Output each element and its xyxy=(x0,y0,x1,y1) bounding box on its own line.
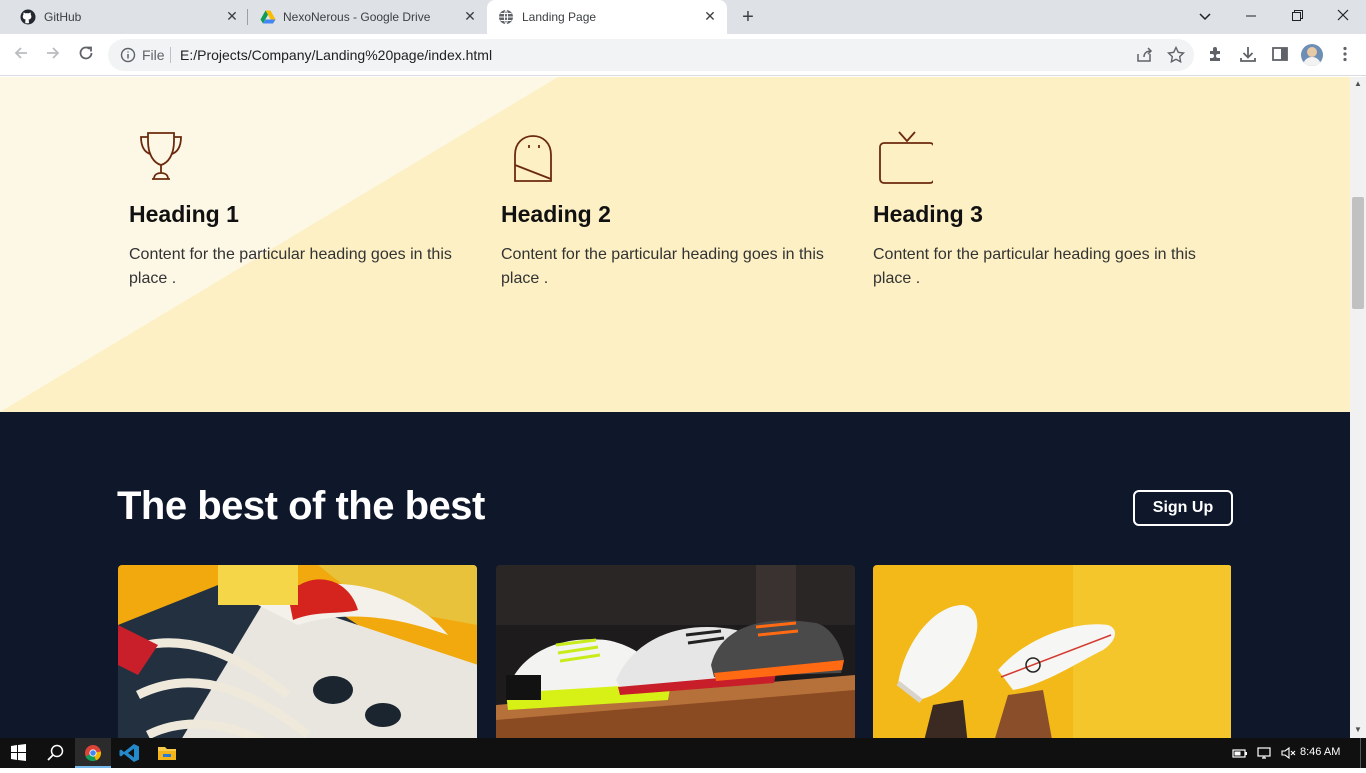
reload-icon xyxy=(79,46,93,60)
page-scrollbar[interactable]: ▲ ▼ xyxy=(1350,77,1366,738)
close-window-button[interactable] xyxy=(1320,0,1366,34)
taskbar-clock[interactable]: 8:46 AM xyxy=(1300,746,1340,758)
download-icon[interactable] xyxy=(1238,44,1258,64)
battery-icon[interactable] xyxy=(1232,746,1248,760)
star-icon[interactable] xyxy=(1166,45,1186,65)
forward-button[interactable] xyxy=(40,42,66,68)
search-icon xyxy=(47,744,64,761)
start-button[interactable] xyxy=(0,738,36,768)
product-card[interactable] xyxy=(496,565,855,738)
feature-text: Content for the particular heading goes … xyxy=(501,246,824,287)
more-vert-icon[interactable] xyxy=(1335,44,1355,64)
close-icon[interactable]: ✕ xyxy=(462,8,478,24)
search-button[interactable] xyxy=(37,738,73,768)
chrome-taskbar-button[interactable] xyxy=(75,738,111,768)
vscode-icon xyxy=(119,744,139,762)
browser-toolbar: File E:/Projects/Company/Landing%20page/… xyxy=(0,34,1366,76)
product-card[interactable] xyxy=(873,565,1232,738)
tab-title: Landing Page xyxy=(522,10,597,24)
profile-avatar[interactable] xyxy=(1301,44,1323,66)
github-icon xyxy=(20,9,36,25)
feature-heading: Heading 1 xyxy=(129,201,239,227)
show-desktop-button[interactable] xyxy=(1360,738,1361,768)
url-text[interactable]: E:/Projects/Company/Landing%20page/index… xyxy=(180,47,492,63)
arrow-right-icon xyxy=(47,47,60,59)
tab-title: NexoNerous - Google Drive xyxy=(283,10,431,24)
tab-github[interactable]: GitHub ✕ xyxy=(0,0,248,34)
feature-text: Content for the particular heading goes … xyxy=(129,246,452,287)
arrow-left-icon xyxy=(14,47,27,59)
trophy-icon xyxy=(140,132,182,180)
minimize-icon xyxy=(1246,15,1256,17)
shoe-photo-2 xyxy=(496,565,855,738)
tab-title: GitHub xyxy=(44,10,82,24)
section-title: The best of the best xyxy=(117,484,485,528)
scheme-label: File xyxy=(142,47,165,63)
globe-icon xyxy=(499,9,513,25)
feature-heading: Heading 2 xyxy=(501,201,611,227)
volume-muted-icon[interactable] xyxy=(1280,746,1296,760)
google-drive-icon xyxy=(260,10,276,24)
tab-search-button[interactable] xyxy=(1182,0,1228,34)
restore-button[interactable] xyxy=(1274,0,1320,34)
address-separator xyxy=(170,47,171,63)
taskbar: 8:46 AM xyxy=(0,738,1366,768)
close-icon[interactable]: ✕ xyxy=(224,8,240,24)
chrome-icon xyxy=(85,745,102,762)
back-button[interactable] xyxy=(8,42,34,68)
close-icon[interactable]: ✕ xyxy=(702,8,718,24)
dome-icon xyxy=(514,135,552,182)
scroll-down-arrow[interactable]: ▼ xyxy=(1350,723,1366,737)
network-icon[interactable] xyxy=(1256,746,1272,760)
tab-strip: GitHub ✕ NexoNerous - Google Drive ✕ Lan… xyxy=(0,0,1366,34)
best-section: The best of the best Sign Up xyxy=(0,412,1350,738)
scroll-thumb[interactable] xyxy=(1352,197,1364,309)
restore-icon xyxy=(1291,10,1303,21)
feature-text: Content for the particular heading goes … xyxy=(873,246,1196,287)
tab-landing-page[interactable]: Landing Page ✕ xyxy=(487,0,727,34)
shoe-photo-3 xyxy=(873,565,1231,738)
scroll-up-arrow[interactable]: ▲ xyxy=(1350,77,1366,91)
new-tab-button[interactable]: + xyxy=(738,7,758,27)
info-icon[interactable] xyxy=(120,47,136,63)
file-explorer-taskbar-button[interactable] xyxy=(149,738,185,768)
features-section: Heading 1 Content for the particular hea… xyxy=(0,77,1350,412)
feature-heading: Heading 3 xyxy=(873,201,983,227)
tab-google-drive[interactable]: NexoNerous - Google Drive ✕ xyxy=(248,0,486,34)
windows-icon xyxy=(11,744,26,761)
side-panel-icon[interactable] xyxy=(1270,44,1290,64)
page-viewport: Heading 1 Content for the particular hea… xyxy=(0,77,1350,738)
folder-icon xyxy=(158,747,176,760)
close-icon xyxy=(1337,9,1349,21)
address-bar[interactable]: File E:/Projects/Company/Landing%20page/… xyxy=(108,39,1194,71)
sign-up-button[interactable]: Sign Up xyxy=(1133,490,1233,526)
product-card[interactable] xyxy=(118,565,477,738)
shoe-photo-1 xyxy=(118,565,477,738)
extensions-icon[interactable] xyxy=(1206,44,1226,64)
vscode-taskbar-button[interactable] xyxy=(112,738,148,768)
reload-button[interactable] xyxy=(73,42,99,68)
share-icon[interactable] xyxy=(1134,45,1154,65)
tv-icon xyxy=(879,131,933,184)
minimize-button[interactable] xyxy=(1228,0,1274,34)
chevron-down-icon xyxy=(1199,13,1211,21)
